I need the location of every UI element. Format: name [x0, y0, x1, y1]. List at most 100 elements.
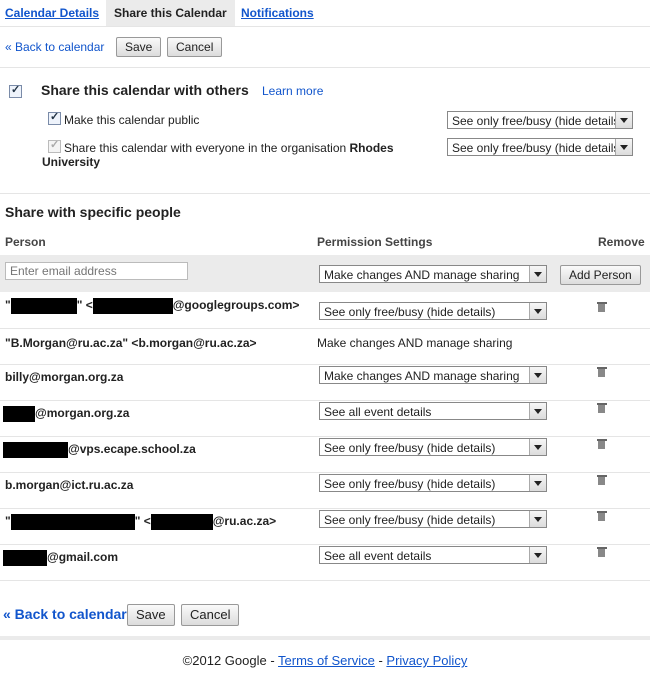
person-email: " " < @googlegroups.com>: [5, 298, 299, 314]
person-email: " " < @ru.ac.za>: [5, 514, 276, 530]
public-permission-select[interactable]: See only free/busy (hide details): [447, 111, 633, 129]
redaction: [3, 406, 35, 422]
divider: [0, 193, 650, 194]
trash-icon[interactable]: [597, 546, 607, 557]
table-row: @morgan.org.za See all event details: [0, 400, 650, 437]
permission-value: See only free/busy (hide details): [324, 305, 496, 319]
redaction: [10, 298, 77, 314]
org-permission-value: See only free/busy (hide details): [452, 141, 624, 155]
person-mid: " <: [76, 298, 93, 313]
redaction: [10, 514, 135, 530]
footer: ©2012 Google - Terms of Service - Privac…: [0, 653, 650, 668]
table-row: " " < @googlegroups.com> See only free/bus…: [0, 292, 650, 329]
table-row: "B.Morgan@ru.ac.za" <b.morgan@ru.ac.za> …: [0, 328, 650, 365]
trash-icon[interactable]: [597, 301, 607, 312]
share-specific-heading: Share with specific people: [5, 204, 181, 220]
tab-notifications[interactable]: Notifications: [241, 0, 314, 26]
table-row: b.morgan@ict.ru.ac.za See only free/busy…: [0, 472, 650, 509]
learn-more-link[interactable]: Learn more: [262, 84, 323, 98]
redaction: [92, 298, 173, 314]
permission-select[interactable]: See only free/busy (hide details): [319, 438, 547, 456]
chevron-down-icon: [529, 547, 546, 563]
new-person-permission-select[interactable]: Make changes AND manage sharing: [319, 265, 547, 283]
back-to-calendar-link-bottom[interactable]: « Back to calendar: [3, 606, 127, 622]
trash-icon[interactable]: [597, 402, 607, 413]
privacy-policy-link[interactable]: Privacy Policy: [386, 653, 467, 668]
person-suffix: @googlegroups.com>: [172, 298, 300, 313]
person-suffix: @vps.ecape.school.za: [68, 442, 196, 457]
share-with-others-checkbox[interactable]: [9, 83, 22, 98]
table-row: " " < @ru.ac.za> See only free/busy (hide …: [0, 508, 650, 545]
person-mid: " <: [134, 514, 151, 529]
permission-select[interactable]: Make changes AND manage sharing: [319, 366, 547, 384]
trash-icon[interactable]: [597, 438, 607, 449]
person-email: "B.Morgan@ru.ac.za" <b.morgan@ru.ac.za>: [5, 336, 257, 350]
chevron-down-icon: [529, 439, 546, 455]
redaction: [150, 514, 213, 530]
share-org-label-text: Share this calendar with everyone in the…: [64, 141, 350, 155]
redaction: [3, 442, 68, 458]
permission-select[interactable]: See only free/busy (hide details): [319, 302, 547, 320]
org-name-continued: University: [42, 155, 101, 169]
table-row: billy@morgan.org.za Make changes AND man…: [0, 364, 650, 401]
tab-calendar-details[interactable]: Calendar Details: [5, 0, 99, 26]
org-permission-select[interactable]: See only free/busy (hide details): [447, 138, 633, 156]
share-org-checkbox: [48, 138, 61, 153]
org-name: Rhodes: [349, 141, 394, 155]
person-suffix: @gmail.com: [47, 550, 119, 565]
person-email: billy@morgan.org.za: [5, 370, 124, 384]
make-public-label: Make this calendar public: [64, 113, 200, 127]
permission-select[interactable]: See only free/busy (hide details): [319, 510, 547, 528]
person-suffix: @morgan.org.za: [35, 406, 130, 421]
copyright-text: ©2012 Google -: [182, 653, 279, 668]
permission-select[interactable]: See only free/busy (hide details): [319, 474, 547, 492]
permission-value: See only free/busy (hide details): [324, 477, 496, 491]
add-person-row: Make changes AND manage sharing Add Pers…: [0, 255, 650, 292]
column-header-permission: Permission Settings: [317, 235, 433, 249]
person-email: @morgan.org.za: [3, 406, 129, 422]
tab-bar: Calendar Details Share this Calendar Not…: [0, 0, 650, 26]
make-public-checkbox[interactable]: [48, 110, 61, 125]
table-row: @vps.ecape.school.za See only free/busy …: [0, 436, 650, 473]
trash-icon[interactable]: [597, 366, 607, 377]
chevron-down-icon: [615, 112, 632, 128]
terms-of-service-link[interactable]: Terms of Service: [278, 653, 375, 668]
chevron-down-icon: [615, 139, 632, 155]
chevron-down-icon: [529, 475, 546, 491]
divider: [0, 67, 650, 68]
footer-separator: -: [374, 653, 387, 668]
public-permission-value: See only free/busy (hide details): [452, 114, 624, 128]
permission-select[interactable]: See all event details: [319, 546, 547, 564]
table-row: @gmail.com See all event details: [0, 544, 650, 581]
permission-value: Make changes AND manage sharing: [324, 369, 520, 383]
email-input[interactable]: [5, 262, 188, 280]
trash-icon[interactable]: [597, 474, 607, 485]
person-email: b.morgan@ict.ru.ac.za: [5, 478, 134, 492]
back-to-calendar-link[interactable]: « Back to calendar: [5, 40, 104, 54]
permission-value: Make changes AND manage sharing: [317, 336, 513, 350]
permission-value: See all event details: [324, 405, 432, 419]
permission-value: See only free/busy (hide details): [324, 441, 496, 455]
person-suffix: @ru.ac.za>: [212, 514, 277, 529]
chevron-down-icon: [529, 403, 546, 419]
tab-share-this-calendar[interactable]: Share this Calendar: [106, 0, 235, 26]
permission-select[interactable]: See all event details: [319, 402, 547, 420]
trash-icon[interactable]: [597, 510, 607, 521]
person-email: @gmail.com: [3, 550, 118, 566]
save-button[interactable]: Save: [116, 37, 162, 57]
share-org-label: Share this calendar with everyone in the…: [64, 141, 394, 155]
save-button-bottom[interactable]: Save: [127, 604, 175, 626]
column-header-remove: Remove: [598, 235, 645, 249]
cancel-button[interactable]: Cancel: [167, 37, 223, 57]
chevron-down-icon: [529, 303, 546, 319]
cancel-button-bottom[interactable]: Cancel: [181, 604, 240, 626]
person-email: @vps.ecape.school.za: [3, 442, 196, 458]
column-header-person: Person: [5, 235, 46, 249]
chevron-down-icon: [529, 266, 546, 282]
add-person-button[interactable]: Add Person: [560, 265, 641, 285]
new-person-permission-value: Make changes AND manage sharing: [324, 268, 520, 282]
permission-value: See all event details: [324, 549, 432, 563]
permission-value: See only free/busy (hide details): [324, 513, 496, 527]
footer-divider: [0, 636, 650, 640]
chevron-down-icon: [529, 367, 546, 383]
